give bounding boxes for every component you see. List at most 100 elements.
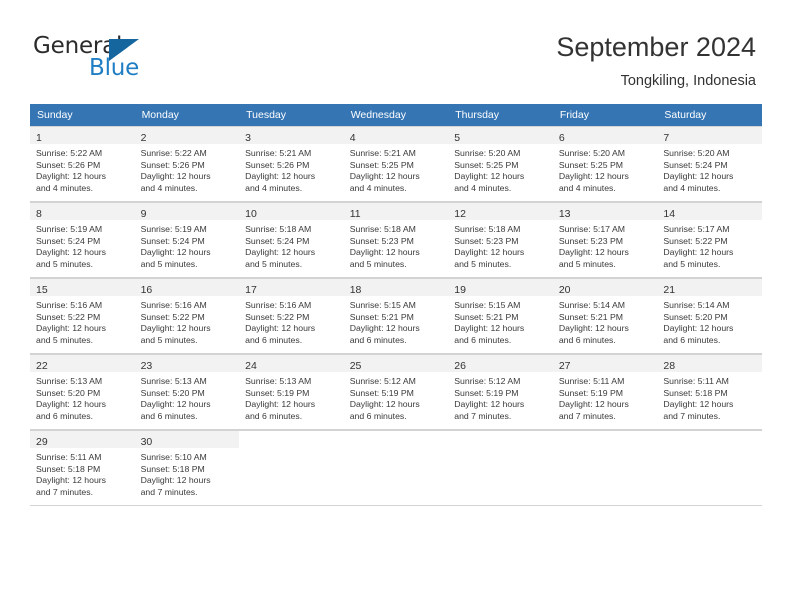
sunset-time: Sunset: 5:21 PM (454, 311, 519, 322)
calendar-day-cell[interactable]: 28 Sunrise: 5:11 AM Sunset: 5:18 PM Dayligh… (657, 354, 762, 430)
calendar-day-cell[interactable]: 5 Sunrise: 5:20 AM Sunset: 5:25 PM Daylight… (448, 126, 553, 202)
sunrise-time: Sunrise: 5:15 AM (349, 300, 416, 310)
sunrise-time: Sunrise: 5:17 AM (663, 224, 730, 234)
calendar-day-cell[interactable]: 4 Sunrise: 5:21 AM Sunset: 5:25 PM Daylight… (343, 126, 449, 202)
daylight-duration-line2: and 6 minutes. (558, 334, 616, 345)
calendar-cell: 3 Sunrise: 5:21 AM Sunset: 5:26 PM Daylight… (239, 126, 344, 202)
sunset-time: Sunset: 5:24 PM (36, 235, 101, 246)
calendar-day-cell[interactable]: 8 Sunrise: 5:19 AM Sunset: 5:24 PM Daylight… (30, 202, 135, 278)
daylight-duration-line2: and 5 minutes. (140, 258, 198, 269)
day-number-bar: 8 (30, 203, 135, 220)
calendar-day-cell[interactable]: 18 Sunrise: 5:15 AM Sunset: 5:21 PM Dayligh… (343, 278, 449, 354)
day-sun-info: Sunrise: 5:11 AM Sunset: 5:18 PM Daylight:… (30, 448, 135, 498)
sunrise-time: Sunrise: 5:13 AM (245, 376, 312, 386)
day-sun-info: Sunrise: 5:19 AM Sunset: 5:24 PM Daylight:… (135, 220, 240, 270)
daylight-duration-line2: and 5 minutes. (558, 258, 616, 269)
calendar-day-cell[interactable]: 2 Sunrise: 5:22 AM Sunset: 5:26 PM Daylight… (134, 126, 240, 202)
brand-logo[interactable]: General Blue (33, 33, 253, 85)
day-sun-info: Sunrise: 5:17 AM Sunset: 5:23 PM Daylight:… (553, 220, 658, 270)
sunset-time: Sunset: 5:24 PM (245, 235, 310, 246)
sunset-time: Sunset: 5:26 PM (245, 159, 310, 170)
calendar-cell: 22 Sunrise: 5:13 AM Sunset: 5:20 PM Dayligh… (30, 354, 135, 430)
calendar-day-cell[interactable]: 13 Sunrise: 5:17 AM Sunset: 5:23 PM Dayligh… (552, 202, 658, 278)
weekday-header-sunday: Sunday (30, 104, 135, 126)
calendar-cell: 15 Sunrise: 5:16 AM Sunset: 5:22 PM Dayligh… (30, 278, 135, 354)
calendar-day-cell[interactable]: 24 Sunrise: 5:13 AM Sunset: 5:19 PM Dayligh… (239, 354, 344, 430)
calendar-day-cell[interactable]: 16 Sunrise: 5:16 AM Sunset: 5:22 PM Dayligh… (134, 278, 240, 354)
day-number: 3 (245, 132, 251, 144)
sunrise-time: Sunrise: 5:20 AM (558, 148, 625, 158)
calendar-week-row: 8 Sunrise: 5:19 AM Sunset: 5:24 PM Daylight… (30, 202, 762, 278)
calendar-cell: 29 Sunrise: 5:11 AM Sunset: 5:18 PM Dayligh… (30, 430, 135, 506)
day-sun-info: Sunrise: 5:22 AM Sunset: 5:26 PM Daylight:… (30, 144, 135, 194)
calendar-cell: 4 Sunrise: 5:21 AM Sunset: 5:25 PM Daylight… (343, 126, 449, 202)
day-number-bar: 16 (134, 279, 240, 296)
calendar-cell: 14 Sunrise: 5:17 AM Sunset: 5:22 PM Dayligh… (657, 202, 762, 278)
calendar-day-cell[interactable]: 19 Sunrise: 5:15 AM Sunset: 5:21 PM Dayligh… (448, 278, 553, 354)
calendar-header-row: Sunday Monday Tuesday Wednesday Thursday… (30, 104, 762, 126)
calendar-day-cell[interactable]: 3 Sunrise: 5:21 AM Sunset: 5:26 PM Daylight… (239, 126, 344, 202)
calendar-day-cell[interactable]: 30 Sunrise: 5:10 AM Sunset: 5:18 PM Dayligh… (134, 430, 240, 506)
calendar-day-cell[interactable]: 15 Sunrise: 5:16 AM Sunset: 5:22 PM Dayligh… (30, 278, 135, 354)
calendar-day-cell[interactable]: 23 Sunrise: 5:13 AM Sunset: 5:20 PM Dayligh… (134, 354, 240, 430)
calendar-day-cell[interactable]: 10 Sunrise: 5:18 AM Sunset: 5:24 PM Dayligh… (239, 202, 344, 278)
weekday-header-wednesday: Wednesday (343, 104, 449, 126)
calendar-day-cell[interactable]: 11 Sunrise: 5:18 AM Sunset: 5:23 PM Dayligh… (343, 202, 449, 278)
daylight-duration-line1: Daylight: 12 hours (349, 323, 420, 334)
calendar-day-cell[interactable]: 17 Sunrise: 5:16 AM Sunset: 5:22 PM Dayligh… (239, 278, 344, 354)
sunset-time: Sunset: 5:24 PM (140, 235, 205, 246)
day-number-bar: 4 (343, 127, 449, 144)
calendar-day-cell[interactable]: 12 Sunrise: 5:18 AM Sunset: 5:23 PM Dayligh… (448, 202, 553, 278)
sunset-time: Sunset: 5:22 PM (36, 311, 101, 322)
calendar-day-cell[interactable]: 9 Sunrise: 5:19 AM Sunset: 5:24 PM Daylight… (134, 202, 240, 278)
daylight-duration-line2: and 5 minutes. (140, 334, 198, 345)
sunset-time: Sunset: 5:21 PM (558, 311, 624, 322)
calendar-day-cell[interactable]: 6 Sunrise: 5:20 AM Sunset: 5:25 PM Daylight… (552, 126, 658, 202)
day-number-bar: 11 (343, 203, 449, 220)
weekday-header-saturday: Saturday (657, 104, 762, 126)
calendar-week-row: 15 Sunrise: 5:16 AM Sunset: 5:22 PM Dayligh… (30, 278, 762, 354)
day-number-bar: 24 (239, 355, 344, 372)
daylight-duration-line1: Daylight: 12 hours (36, 475, 107, 486)
calendar-page: General Blue September 2024 Tongkiling, … (0, 0, 792, 612)
day-sun-info: Sunrise: 5:17 AM Sunset: 5:22 PM Daylight:… (657, 220, 762, 270)
calendar-cell: 26 Sunrise: 5:12 AM Sunset: 5:19 PM Dayligh… (448, 354, 553, 430)
daylight-duration-line1: Daylight: 12 hours (36, 399, 107, 410)
calendar-cell: 8 Sunrise: 5:19 AM Sunset: 5:24 PM Daylight… (30, 202, 135, 278)
calendar-day-cell[interactable]: 14 Sunrise: 5:17 AM Sunset: 5:22 PM Dayligh… (657, 202, 762, 278)
sunrise-time: Sunrise: 5:15 AM (454, 300, 521, 310)
daylight-duration-line2: and 6 minutes. (140, 410, 198, 421)
calendar-day-cell[interactable]: 27 Sunrise: 5:11 AM Sunset: 5:19 PM Dayligh… (552, 354, 658, 430)
calendar-cell: 13 Sunrise: 5:17 AM Sunset: 5:23 PM Dayligh… (552, 202, 658, 278)
calendar-cell (239, 430, 344, 506)
day-sun-info: Sunrise: 5:20 AM Sunset: 5:25 PM Daylight:… (553, 144, 658, 194)
calendar-day-cell[interactable]: 21 Sunrise: 5:14 AM Sunset: 5:20 PM Dayligh… (657, 278, 762, 354)
calendar-day-cell[interactable]: 1 Sunrise: 5:22 AM Sunset: 5:26 PM Daylight… (30, 126, 135, 202)
calendar-day-cell[interactable]: 22 Sunrise: 5:13 AM Sunset: 5:20 PM Dayligh… (30, 354, 135, 430)
daylight-duration-line2: and 4 minutes. (140, 182, 198, 193)
sunset-time: Sunset: 5:20 PM (36, 387, 101, 398)
calendar-cell: 21 Sunrise: 5:14 AM Sunset: 5:20 PM Dayligh… (657, 278, 762, 354)
calendar-day-cell[interactable]: 7 Sunrise: 5:20 AM Sunset: 5:24 PM Daylight… (657, 126, 762, 202)
calendar-day-cell[interactable]: 26 Sunrise: 5:12 AM Sunset: 5:19 PM Dayligh… (448, 354, 553, 430)
daylight-duration-line2: and 7 minutes. (36, 486, 93, 497)
day-number-bar: 27 (552, 355, 658, 372)
calendar-day-cell[interactable]: 25 Sunrise: 5:12 AM Sunset: 5:19 PM Dayligh… (343, 354, 449, 430)
day-sun-info: Sunrise: 5:16 AM Sunset: 5:22 PM Daylight:… (30, 296, 135, 346)
daylight-duration-line2: and 4 minutes. (245, 182, 303, 193)
day-number: 16 (140, 284, 153, 296)
sunset-time: Sunset: 5:24 PM (663, 159, 728, 170)
day-number-bar: 12 (448, 203, 553, 220)
calendar-cell: 6 Sunrise: 5:20 AM Sunset: 5:25 PM Daylight… (552, 126, 658, 202)
sunrise-time: Sunrise: 5:18 AM (454, 224, 521, 234)
daylight-duration-line1: Daylight: 12 hours (245, 323, 316, 334)
daylight-duration-line2: and 6 minutes. (245, 410, 303, 421)
sunset-time: Sunset: 5:25 PM (349, 159, 414, 170)
calendar-day-cell[interactable]: 29 Sunrise: 5:11 AM Sunset: 5:18 PM Dayligh… (30, 430, 135, 506)
day-number-bar: 14 (657, 203, 762, 220)
daylight-duration-line1: Daylight: 12 hours (140, 323, 211, 334)
day-number-bar: 29 (30, 431, 135, 448)
daylight-duration-line1: Daylight: 12 hours (558, 323, 629, 334)
calendar-day-cell[interactable]: 20 Sunrise: 5:14 AM Sunset: 5:21 PM Dayligh… (552, 278, 658, 354)
day-number-bar: 20 (552, 279, 658, 296)
